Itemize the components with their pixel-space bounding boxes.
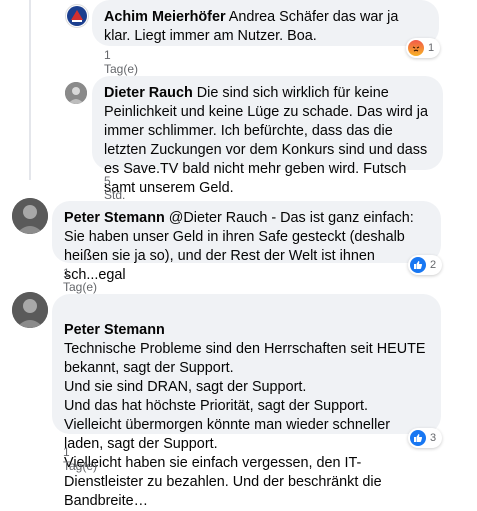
reaction-summary[interactable]: 1	[406, 38, 441, 58]
avatar[interactable]	[65, 4, 89, 28]
avatar[interactable]	[65, 82, 87, 104]
comment-bubble: Achim Meierhöfer Andrea Schäfer das war …	[92, 0, 439, 46]
reaction-summary[interactable]: 3	[408, 428, 443, 448]
reaction-count: 3	[430, 432, 437, 444]
comment-author[interactable]: Peter Stemann	[64, 322, 165, 338]
avatar[interactable]	[12, 292, 48, 328]
comment-time[interactable]: 5 Std.	[104, 174, 125, 202]
comment-bubble: Peter Stemann Technische Probleme sind d…	[52, 294, 441, 509]
angry-icon	[408, 40, 424, 56]
comment-text: Die sind sich wirklich für keine Peinlic…	[104, 85, 428, 196]
reaction-summary[interactable]: 2	[408, 255, 443, 275]
comment-bubble: Peter Stemann @Dieter Rauch - Das ist ga…	[52, 201, 441, 283]
comment-time[interactable]: 1 Tag(e)	[63, 445, 97, 473]
comment-author[interactable]: Achim Meierhöfer	[104, 9, 226, 25]
thread-line	[29, 0, 31, 180]
reaction-count: 2	[430, 259, 437, 271]
comment-text: Technische Probleme sind den Herrschafte…	[64, 341, 426, 509]
like-icon	[410, 257, 426, 273]
comment-time[interactable]: 1 Tag(e)	[63, 266, 97, 294]
comment-author[interactable]: Dieter Rauch	[104, 85, 193, 101]
like-icon	[410, 430, 426, 446]
reaction-count: 1	[428, 42, 435, 54]
avatar[interactable]	[12, 198, 48, 234]
comment-time[interactable]: 1 Tag(e)	[104, 48, 138, 76]
comment-bubble: Dieter Rauch Die sind sich wirklich für …	[92, 76, 443, 196]
comment-author[interactable]: Peter Stemann	[64, 210, 165, 226]
